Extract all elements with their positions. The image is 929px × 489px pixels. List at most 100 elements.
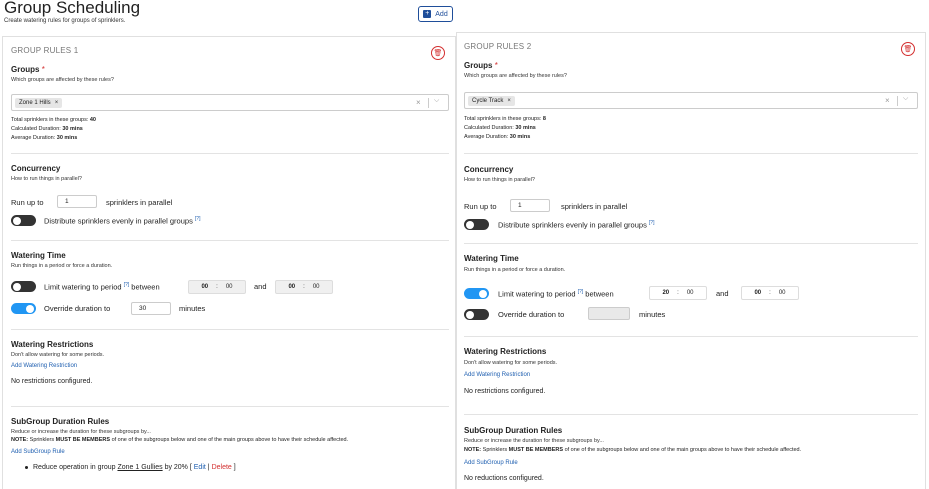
watering-restrictions-title: Watering Restrictions [11,340,94,349]
rule-group-link[interactable]: Zone 1 Gullies [117,464,162,471]
limit-period-label: Limit watering to period [?] between [44,282,160,292]
add-subgroup-rule-link[interactable]: Add SubGroup Rule [464,460,518,466]
subgroup-note: NOTE: Sprinklers MUST BE MEMBERS of one … [464,447,802,453]
divider [11,240,449,241]
toggle-knob [26,304,34,313]
toggle-knob [479,289,487,298]
watering-time-subtitle: Run things in a period or force a durati… [464,267,566,273]
no-restrictions-text: No restrictions configured. [464,388,546,395]
clear-icon[interactable]: × [416,98,421,107]
add-group-button[interactable]: + Add [418,6,453,22]
distribute-toggle[interactable] [11,215,36,226]
stat-total: Total sprinklers in these groups: 40 [11,117,96,123]
groups-title: Groups * [464,61,498,70]
add-watering-restriction-link[interactable]: Add Watering Restriction [11,363,77,369]
end-time-input[interactable]: 00:00 [275,280,333,294]
subgroup-rule-item: Reduce operation in group Zone 1 Gullies… [25,464,236,471]
stat-calculated: Calculated Duration: 30 mins [464,125,536,131]
edit-rule-link[interactable]: Edit [194,464,206,471]
bullet-dot [25,465,28,469]
watering-restrictions-title: Watering Restrictions [464,347,547,356]
required-marker: * [494,61,498,70]
subgroup-rules-subtitle: Reduce or increase the duration for thes… [464,438,604,444]
override-duration-label: Override duration to [498,310,565,319]
chip-remove-icon[interactable]: × [55,100,59,106]
divider [11,153,449,154]
override-duration-toggle[interactable] [464,309,489,320]
plus-icon: + [423,10,432,18]
group-chip: Zone 1 Hills × [15,98,63,108]
divider [11,329,449,330]
chip-remove-icon[interactable]: × [507,98,511,104]
required-marker: * [41,65,45,74]
add-subgroup-rule-link[interactable]: Add SubGroup Rule [11,449,65,455]
groups-select[interactable]: Cycle Track × × ⌵ [464,92,918,109]
divider [464,336,918,337]
parallel-count-input[interactable]: 1 [57,195,97,208]
stat-calculated: Calculated Duration: 30 mins [11,126,83,132]
watering-restrictions-subtitle: Don't allow watering for some periods. [11,352,105,358]
watering-time-title: Watering Time [464,254,519,263]
delete-group-button[interactable]: 🗑 [431,46,445,60]
run-up-to-label: Run up to [11,198,44,207]
limit-period-label: Limit watering to period [?] between [498,289,614,299]
clear-icon[interactable]: × [885,96,890,105]
parallel-count-input[interactable]: 1 [510,199,550,212]
add-button-label: Add [435,10,448,18]
page-title: Group Scheduling [4,0,141,17]
override-duration-toggle[interactable] [11,303,36,314]
toggle-knob [13,282,21,291]
stat-total: Total sprinklers in these groups: 8 [464,116,546,122]
add-watering-restriction-link[interactable]: Add Watering Restriction [464,372,530,378]
group-rules-card-2: GROUP RULES 2 🗑 Groups * Which groups ar… [456,32,926,489]
subgroup-rules-title: SubGroup Duration Rules [11,417,110,426]
override-duration-label: Override duration to [44,304,111,313]
subgroup-note: NOTE: Sprinklers MUST BE MEMBERS of one … [11,437,349,443]
subgroup-rules-title: SubGroup Duration Rules [464,426,563,435]
distribute-label: Distribute sprinklers evenly in parallel… [498,220,655,230]
groups-title: Groups * [11,65,45,74]
chevron-down-icon[interactable]: ⌵ [903,95,908,103]
trash-icon: 🗑 [903,46,913,53]
group-rules-header: GROUP RULES 1 [11,46,79,55]
page-subtitle: Create watering rules for groups of spri… [4,18,126,24]
toggle-knob [466,220,474,229]
limit-period-toggle[interactable] [464,288,489,299]
group-rules-header: GROUP RULES 2 [464,42,532,51]
concurrency-subtitle: How to run things in parallel? [464,177,535,183]
help-link[interactable]: [?] [578,289,584,295]
and-label: and [716,289,729,298]
watering-restrictions-subtitle: Don't allow watering for some periods. [464,360,558,366]
groups-subtitle: Which groups are affected by these rules… [464,73,567,79]
end-time-input[interactable]: 00:00 [741,286,799,300]
divider [11,406,449,407]
toggle-knob [13,216,21,225]
override-duration-input[interactable] [588,307,630,320]
run-up-to-label: Run up to [464,202,497,211]
subgroup-rules-subtitle: Reduce or increase the duration for thes… [11,429,151,435]
help-link[interactable]: [?] [124,282,130,288]
delete-group-button[interactable]: 🗑 [901,42,915,56]
chevron-down-icon[interactable]: ⌵ [434,97,439,105]
divider [464,153,918,154]
distribute-toggle[interactable] [464,219,489,230]
help-link[interactable]: [?] [195,216,201,222]
watering-time-title: Watering Time [11,251,66,260]
concurrency-title: Concurrency [464,165,514,174]
minutes-label: minutes [639,310,666,319]
start-time-input[interactable]: 20:00 [649,286,707,300]
select-separator [428,98,429,108]
stat-average: Average Duration: 30 mins [11,135,78,141]
concurrency-title: Concurrency [11,164,61,173]
group-chip: Cycle Track × [468,96,515,106]
watering-time-subtitle: Run things in a period or force a durati… [11,263,113,269]
sprinklers-parallel-label: sprinklers in parallel [106,198,173,207]
limit-period-toggle[interactable] [11,281,36,292]
groups-select[interactable]: Zone 1 Hills × × ⌵ [11,94,449,111]
start-time-input[interactable]: 00:00 [188,280,246,294]
select-separator [897,96,898,106]
delete-rule-link[interactable]: Delete [212,464,232,471]
group-rules-card-1: GROUP RULES 1 🗑 Groups * Which groups ar… [2,36,456,489]
help-link[interactable]: [?] [649,220,655,226]
override-duration-input[interactable]: 30 [131,302,171,315]
